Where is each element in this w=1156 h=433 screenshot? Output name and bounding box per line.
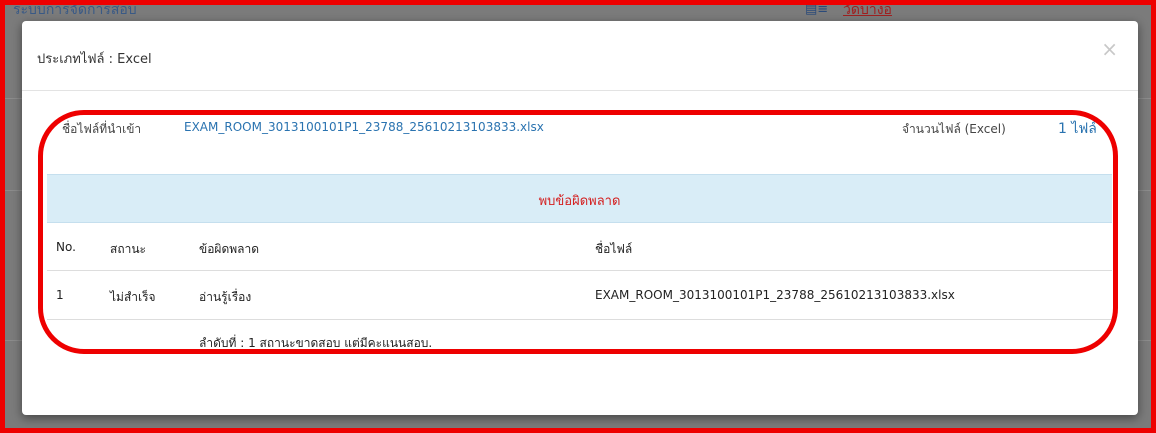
file-count-value: 1 ไฟล์ xyxy=(1058,121,1097,137)
table-detail-row: ลำดับที่ : 1 สถานะขาดสอบ แต่มีคะแนนสอบ. xyxy=(47,320,1112,360)
modal-header: ประเภทไฟล์ : Excel × xyxy=(22,21,1138,91)
row-no: 1 xyxy=(56,288,64,302)
row-error: อ่านรู้เรื่อง xyxy=(199,290,252,304)
background-title: ระบบการจัดการสอบ xyxy=(13,5,137,18)
error-table: No. สถานะ ข้อผิดพลาด ชื่อไฟล์ 1 ไม่สำเร็… xyxy=(47,222,1112,360)
header-error: ข้อผิดพลาด xyxy=(199,242,260,256)
header-file: ชื่อไฟล์ xyxy=(595,242,633,256)
background-user-link[interactable]: วัดบ่าง่อ xyxy=(843,5,892,19)
header-no: No. xyxy=(56,240,76,254)
user-card-icon: ▤≡ xyxy=(805,5,829,17)
close-button[interactable]: × xyxy=(1101,37,1118,61)
header-status: สถานะ xyxy=(110,242,146,256)
file-info-row: ชื่อไฟล์ที่นำเข้า EXAM_ROOM_3013100101P1… xyxy=(22,117,1138,141)
file-name-link[interactable]: EXAM_ROOM_3013100101P1_23788_25610213103… xyxy=(184,120,544,134)
file-name-label: ชื่อไฟล์ที่นำเข้า xyxy=(62,122,142,136)
file-count-label: จำนวนไฟล์ (Excel) xyxy=(902,122,1006,136)
modal-title: ประเภทไฟล์ : Excel xyxy=(37,52,152,67)
row-file: EXAM_ROOM_3013100101P1_23788_25610213103… xyxy=(595,288,955,302)
error-banner-text: พบข้อผิดพลาด xyxy=(538,194,621,209)
row-status: ไม่สำเร็จ xyxy=(110,290,156,304)
import-result-modal: ประเภทไฟล์ : Excel × ชื่อไฟล์ที่นำเข้า E… xyxy=(22,21,1138,415)
table-header-row: No. สถานะ ข้อผิดพลาด ชื่อไฟล์ xyxy=(47,222,1112,271)
table-row: 1 ไม่สำเร็จ อ่านรู้เรื่อง EXAM_ROOM_3013… xyxy=(47,271,1112,320)
row-detail: ลำดับที่ : 1 สถานะขาดสอบ แต่มีคะแนนสอบ. xyxy=(199,336,433,350)
error-banner: พบข้อผิดพลาด xyxy=(47,174,1112,223)
